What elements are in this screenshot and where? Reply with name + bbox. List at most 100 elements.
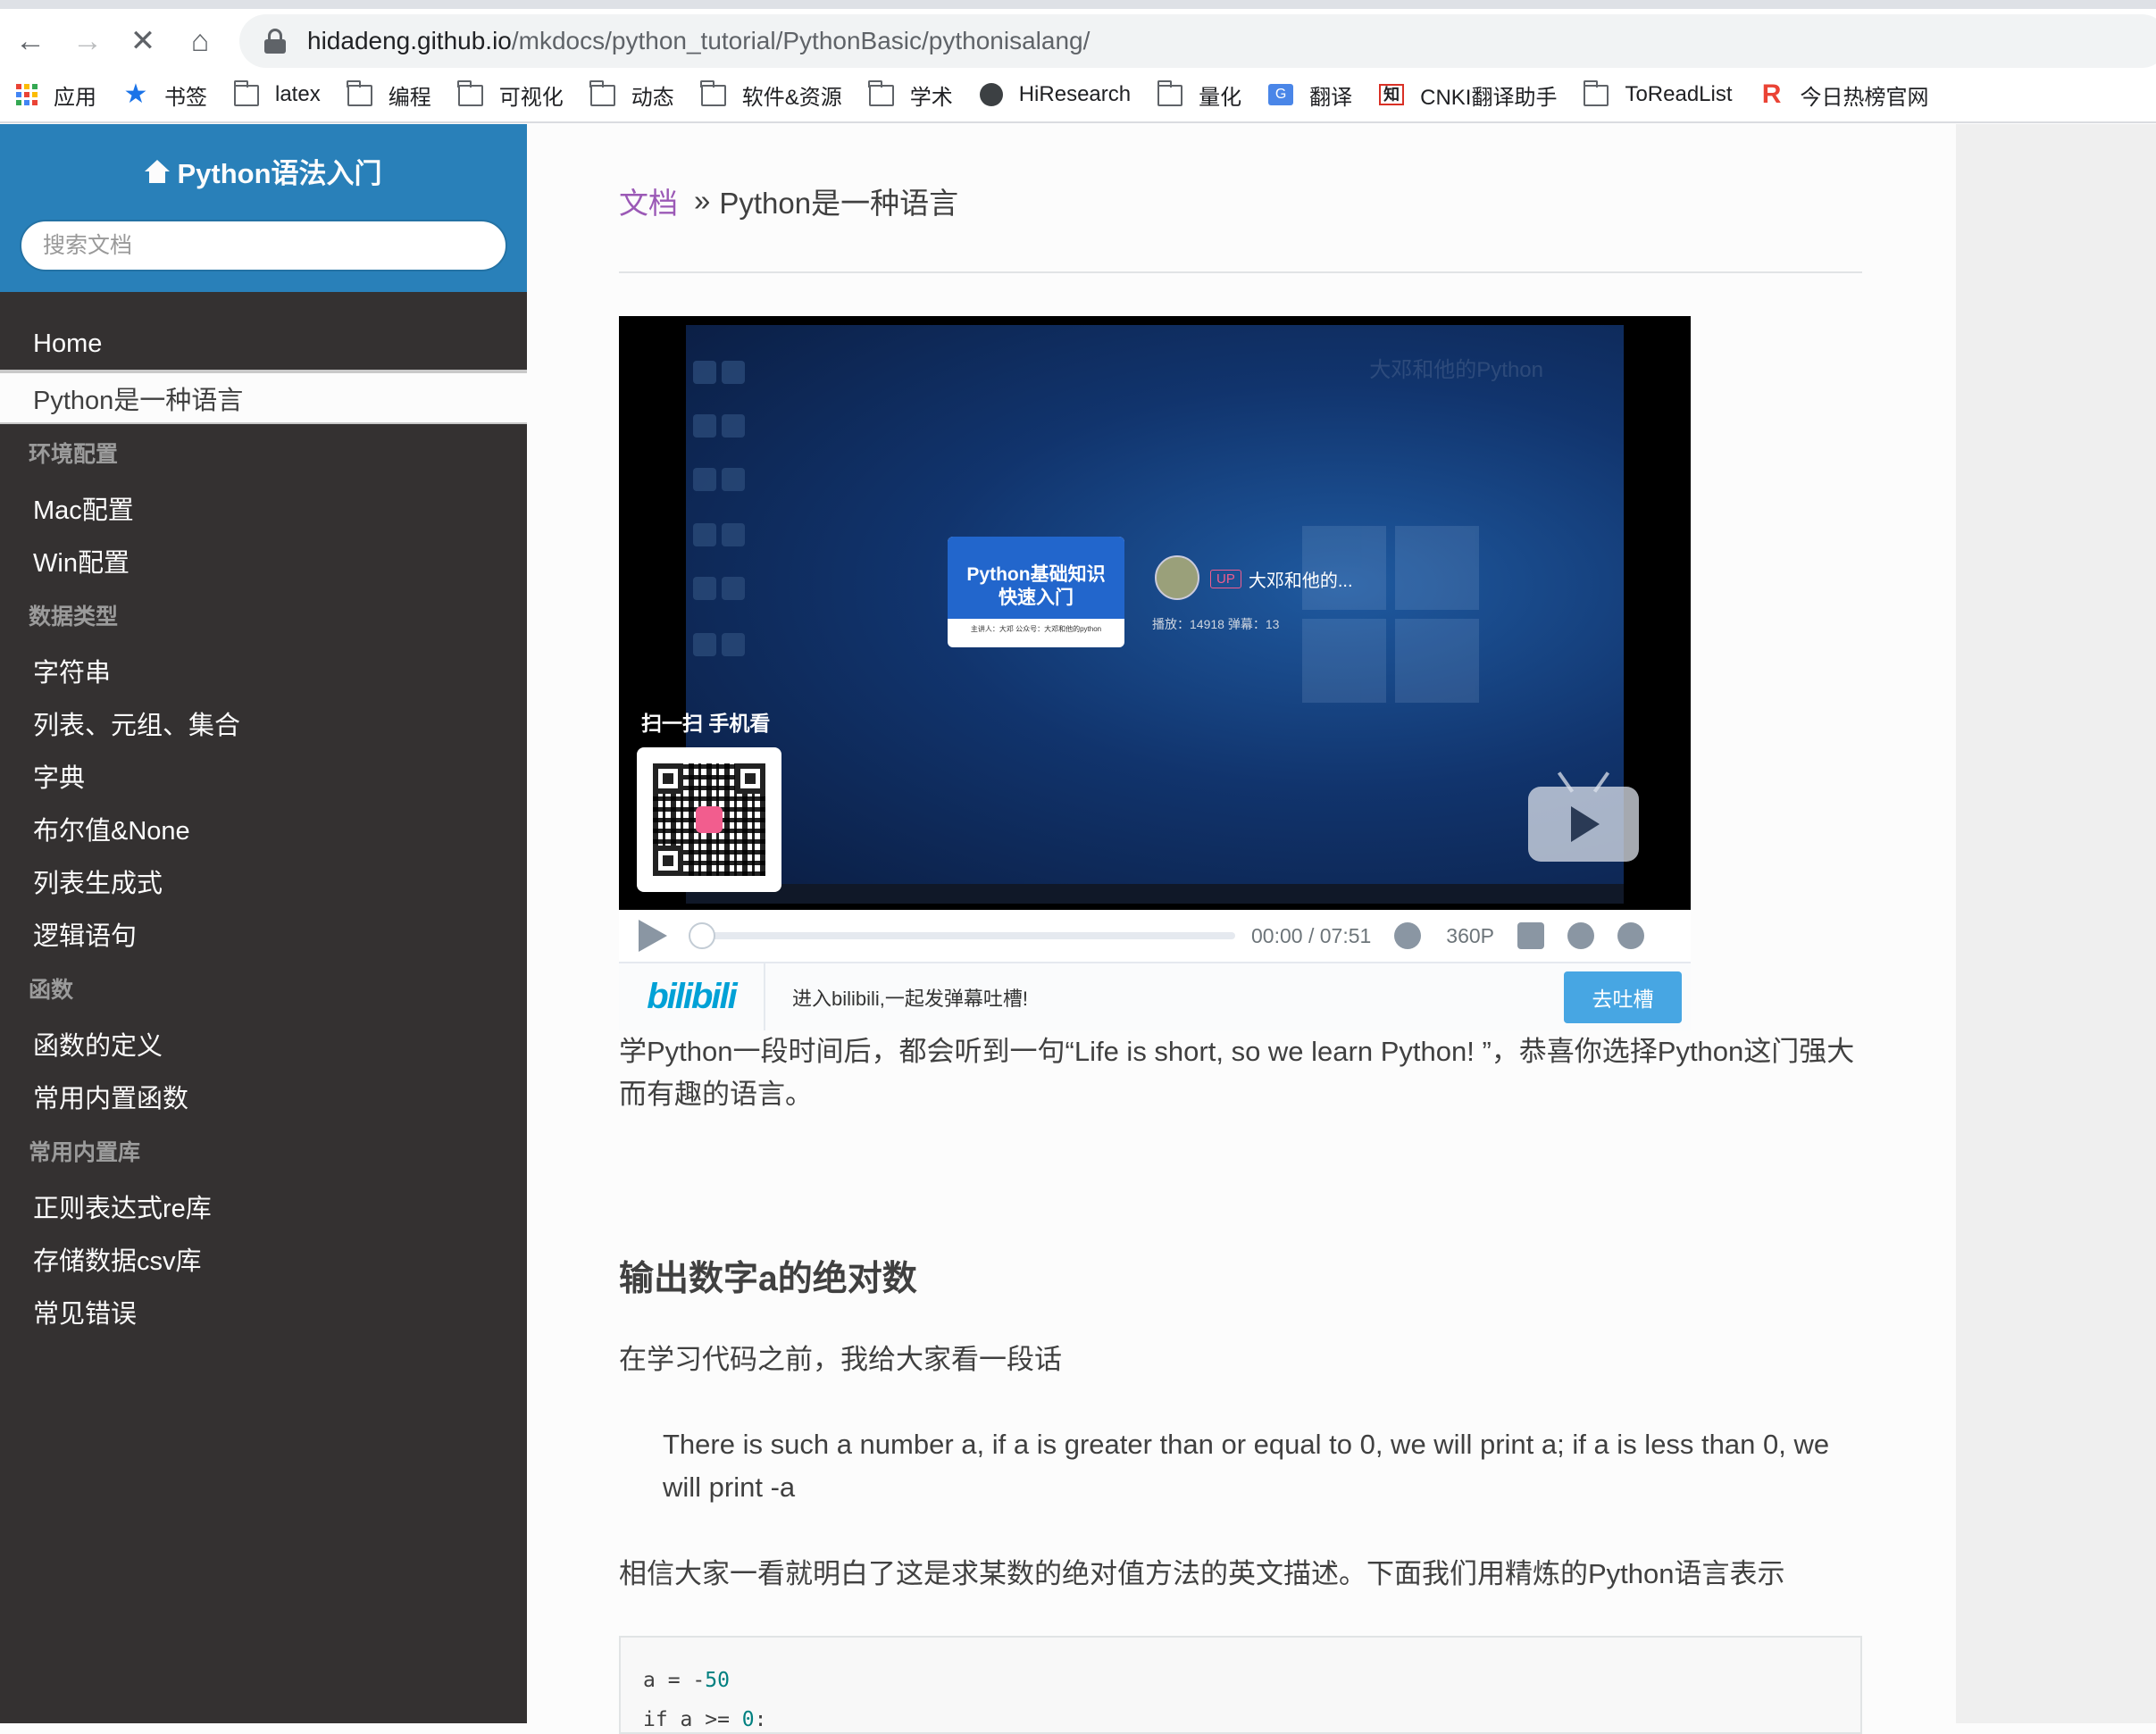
blockquote: There is such a number a, if a is greate… (663, 1429, 1830, 1503)
sidebar-item[interactable]: 布尔值&None (0, 802, 527, 854)
sidebar-item[interactable]: Win配置 (0, 534, 527, 587)
bookmark-item[interactable]: 知 CNKI翻译助手 (1379, 79, 1557, 111)
uploader-info[interactable]: UP 大邓和他的... (1210, 566, 1353, 592)
bookmark-item[interactable]: HiResearch (979, 82, 1131, 107)
time-display: 00:00 / 07:51 (1251, 924, 1371, 948)
lock-icon (264, 29, 286, 54)
folder-icon (589, 80, 615, 106)
card-title-line1: Python基础知识 (966, 564, 1106, 585)
video-thumbnail-card[interactable]: Python基础知识 快速入门 主讲人：大邓 公众号：大邓和他的python (948, 537, 1124, 647)
bilibili-logo[interactable]: bilibili (619, 963, 765, 1030)
bookmark-item[interactable]: G 翻译 (1268, 79, 1352, 111)
fullscreen-icon[interactable] (1617, 922, 1645, 949)
sidebar-caption: 函数 (29, 978, 74, 1003)
bilibili-bar-text: 进入bilibili,一起发弹幕吐槽! (792, 987, 1029, 1010)
uploader-name: 大邓和他的... (1248, 571, 1353, 591)
site-title: Python语法入门 (177, 158, 382, 189)
desktop-icon (722, 633, 745, 656)
bookmark-item[interactable]: 应用 (16, 79, 96, 111)
code-line: if a >= 0: (643, 1700, 1838, 1732)
bookmark-item[interactable]: 学术 (868, 79, 953, 111)
scan-qr-label: 扫一扫 手机看 (641, 712, 771, 735)
sidebar-item[interactable]: 字典 (0, 749, 527, 802)
sidebar-item[interactable]: 存储数据csv库 (0, 1232, 527, 1285)
bookmark-label: 编程 (388, 85, 431, 110)
sidebar-item[interactable]: 逻辑语句 (0, 907, 527, 960)
bookmark-item[interactable]: 量化 (1157, 79, 1241, 111)
play-tv-icon[interactable] (1528, 787, 1639, 862)
sidebar-item[interactable]: 字符串 (0, 644, 527, 696)
bookmark-item[interactable]: latex (233, 80, 321, 107)
forward-arrow-icon[interactable]: → (66, 20, 109, 63)
video-watermark: 大邓和他的Python (1369, 358, 1543, 382)
desktop-icon (693, 468, 716, 491)
desktop-icon (693, 361, 716, 384)
breadcrumb: 文档 » Python是一种语言 (619, 179, 958, 222)
sidebar-menu: Home Python是一种语言 环境配置 Mac配置 Win配置 数据类型 字符串 列表、元… (0, 292, 527, 1338)
sidebar-item[interactable]: Mac配置 (0, 481, 527, 534)
volume-icon[interactable] (1394, 922, 1422, 949)
bilibili-bar: bilibili 进入bilibili,一起发弹幕吐槽! 去吐槽 (619, 963, 1691, 1030)
bookmark-item[interactable]: 动态 (589, 79, 674, 111)
paragraph: 在学习代码之前，我给大家看一段话 (619, 1344, 1062, 1375)
bookmark-item[interactable]: ToReadList (1583, 80, 1733, 107)
intro-paragraph: 学Python一段时间后，都会听到一句“Life is short, so we… (619, 1036, 1855, 1110)
section-heading: 输出数字a的绝对数 (619, 1260, 917, 1298)
sidebar-item[interactable]: 常见错误 (0, 1285, 527, 1338)
progress-bar[interactable] (689, 922, 1235, 949)
sidebar-item[interactable]: 正则表达式re库 (0, 1180, 527, 1232)
desktop-icon (693, 523, 716, 546)
r-logo-icon: R (1761, 79, 1782, 109)
avatar[interactable] (1155, 555, 1199, 600)
bookmark-item[interactable]: R 今日热榜官网 (1759, 79, 1929, 111)
up-badge: UP (1210, 570, 1241, 588)
sidebar-item[interactable]: 常用内置函数 (0, 1070, 527, 1122)
bookmark-item[interactable]: ★ 书签 (123, 79, 207, 111)
loop-icon[interactable] (1567, 922, 1595, 949)
sidebar: Python语法入门 HomePython是一种语言环境配置 Mac配置Win配置… (0, 124, 527, 1723)
desktop-icon (693, 414, 716, 438)
card-title: Python基础知识 快速入门 (948, 537, 1124, 619)
play-icon[interactable] (639, 920, 667, 952)
bookmark-label: 翻译 (1309, 85, 1353, 110)
apps-grid-icon (16, 84, 38, 105)
sidebar-caption: 常用内置库 (29, 1140, 141, 1165)
folder-icon (868, 80, 894, 106)
quality-selector[interactable]: 360P (1446, 924, 1494, 948)
folder-icon (700, 80, 726, 106)
sidebar-item[interactable]: 列表生成式 (0, 854, 527, 907)
desktop-icon (722, 414, 745, 438)
home-icon (145, 159, 171, 183)
bookmark-label: latex (275, 82, 321, 106)
danmaku-icon[interactable] (1517, 922, 1545, 949)
sidebar-caption: 数据类型 (29, 604, 119, 629)
video-player: 大邓和他的Python Python基础知识 快速入门 主讲人：大邓 公众号：大… (619, 316, 1691, 1030)
card-title-line2: 快速入门 (999, 588, 1074, 608)
stop-loading-icon[interactable]: ✕ (121, 20, 164, 63)
search-input[interactable] (20, 220, 507, 271)
site-title-link[interactable]: Python语法入门 (145, 151, 382, 191)
sidebar-item[interactable]: Home (0, 319, 527, 371)
sidebar-item-current[interactable]: Python是一种语言 (0, 371, 527, 424)
sidebar-item[interactable]: 列表、元组、集合 (0, 696, 527, 749)
address-bar[interactable]: hidadeng.github.io/mkdocs/python_tutoria… (239, 14, 2156, 68)
go-comment-button[interactable]: 去吐槽 (1564, 971, 1682, 1023)
code-block: a = -50 if a >= 0: (619, 1636, 1862, 1734)
sidebar-item[interactable]: 函数的定义 (0, 1017, 527, 1070)
video-screen[interactable]: 大邓和他的Python Python基础知识 快速入门 主讲人：大邓 公众号：大… (619, 316, 1691, 910)
bookmark-label: 可视化 (498, 85, 564, 110)
home-icon[interactable]: ⌂ (179, 20, 221, 63)
progress-knob[interactable] (689, 922, 715, 949)
bookmark-item[interactable]: 编程 (347, 79, 431, 111)
breadcrumb-docs-link[interactable]: 文档 (619, 179, 678, 222)
browser-toolbar: ← → ✕ ⌂ hidadeng.github.io/mkdocs/python… (0, 0, 2156, 68)
folder-icon (457, 80, 483, 106)
bookmark-item[interactable]: 可视化 (457, 79, 564, 111)
time-separator: / (1308, 923, 1315, 947)
back-arrow-icon[interactable]: ← (9, 20, 52, 63)
desktop-icon (693, 633, 716, 656)
bookmark-item[interactable]: 软件&资源 (700, 79, 842, 111)
bookmarks-bar: 应用 ★ 书签 latex 编程 可视化 动态 软件&资源 学术 HiResearch 量化 G 翻译 知… (0, 68, 2156, 123)
time-current: 00:00 (1251, 923, 1303, 947)
breadcrumb-divider (619, 271, 1862, 273)
